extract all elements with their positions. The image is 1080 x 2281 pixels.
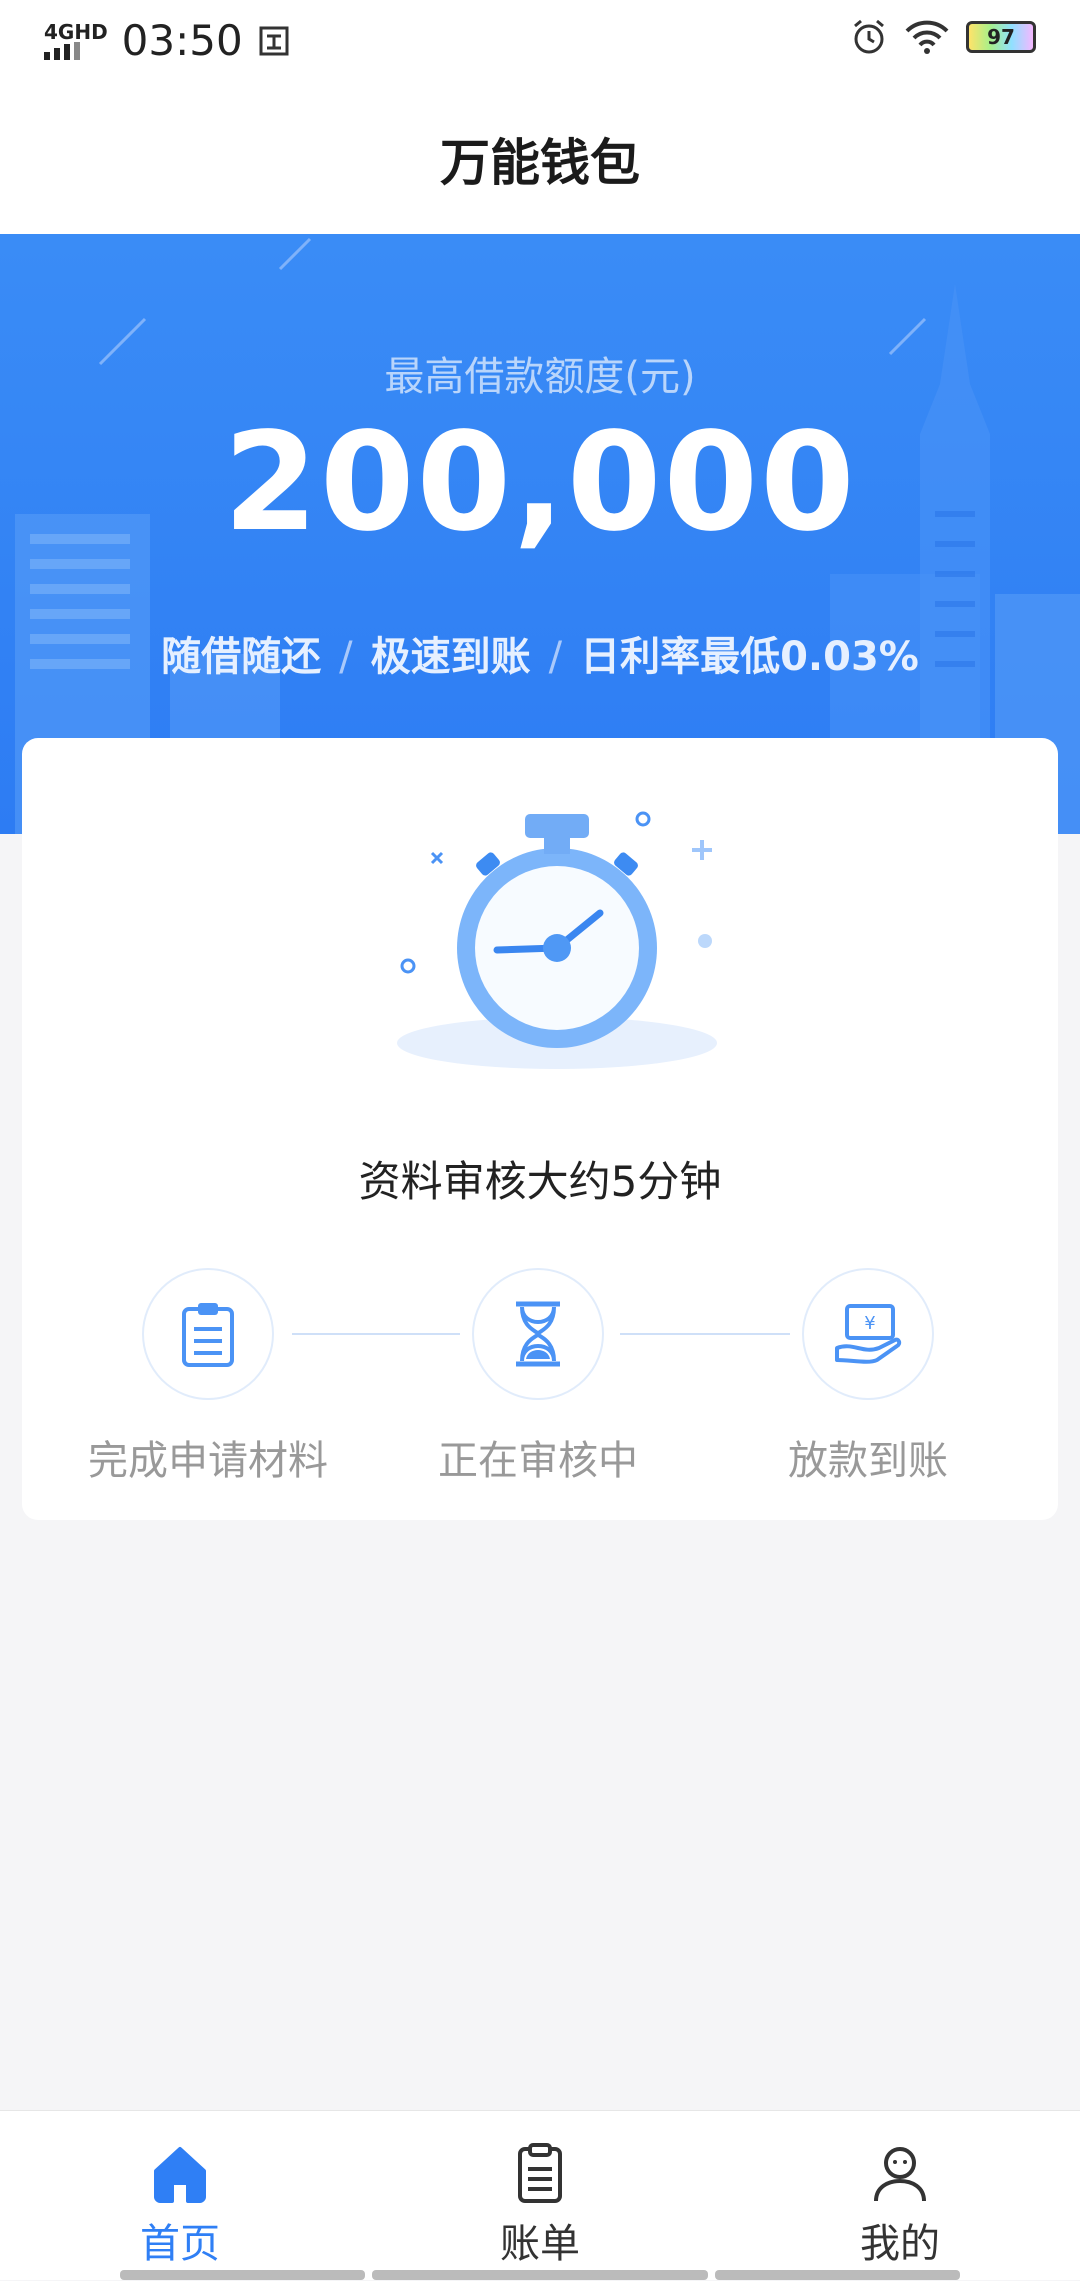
home-icon: [154, 2147, 206, 2203]
credit-limit-amount: 200,000: [223, 404, 857, 562]
signal-indicator: 4GHD: [44, 22, 108, 60]
tab-profile-label: 我的: [860, 2221, 940, 2267]
network-type: 4GHD: [44, 20, 108, 44]
tab-bill[interactable]: 账单: [360, 2111, 720, 2281]
step-apply: [142, 1268, 274, 1400]
gesture-bar: [120, 2270, 365, 2280]
money-hand-icon: ¥: [835, 1304, 902, 1364]
step-review: [472, 1268, 604, 1400]
alarm-icon: [854, 19, 884, 54]
tab-home[interactable]: 首页: [0, 2111, 360, 2281]
clock-time: 03:50: [121, 16, 243, 65]
status-bar: 4GHD 03:50 97: [0, 0, 1080, 84]
gesture-bar: [715, 2270, 960, 2280]
credit-limit-label: 最高借款额度(元): [384, 354, 696, 400]
signal-icon: [44, 42, 80, 60]
profile-icon: [874, 2147, 926, 2202]
feature-item: 极速到账: [370, 634, 531, 680]
hourglass-icon: [516, 1301, 560, 1367]
step-disburse: ¥: [802, 1268, 934, 1400]
svg-text:¥: ¥: [864, 1313, 875, 1334]
review-time-text: 资料审核大约5分钟: [358, 1157, 722, 1206]
gesture-bar: [372, 2270, 708, 2280]
tab-home-label: 首页: [140, 2221, 220, 2267]
bill-icon: [518, 2143, 562, 2203]
feature-item: 日利率最低0.03%: [580, 634, 919, 680]
review-status-card: 资料审核大约5分钟 ¥ 完成申请材料 正在审核中 放款到账: [22, 738, 1058, 1520]
screenshot-icon: [259, 26, 289, 56]
clipboard-icon: [182, 1303, 234, 1367]
battery-level: 97: [987, 25, 1015, 49]
step-connector: [292, 1333, 460, 1335]
step-review-label: 正在审核中: [438, 1438, 638, 1484]
feature-separator: /: [339, 634, 353, 680]
stopwatch-icon: [397, 811, 717, 1069]
bottom-tab-bar: 首页 账单 我的: [0, 2110, 1080, 2280]
step-apply-label: 完成申请材料: [88, 1438, 328, 1484]
wifi-icon: [905, 20, 949, 54]
battery-icon: 97: [966, 21, 1036, 53]
step-connector: [620, 1333, 790, 1335]
feature-list: 随借随还 / 极速到账 / 日利率最低0.03%: [0, 624, 1080, 682]
step-disburse-label: 放款到账: [788, 1438, 948, 1484]
page-title: 万能钱包: [440, 134, 640, 192]
title-bar: 万能钱包: [0, 84, 1080, 234]
tab-bill-label: 账单: [500, 2221, 580, 2267]
feature-separator: /: [548, 634, 563, 680]
tab-profile[interactable]: 我的: [720, 2111, 1080, 2281]
feature-item: 随借随还: [161, 634, 322, 680]
